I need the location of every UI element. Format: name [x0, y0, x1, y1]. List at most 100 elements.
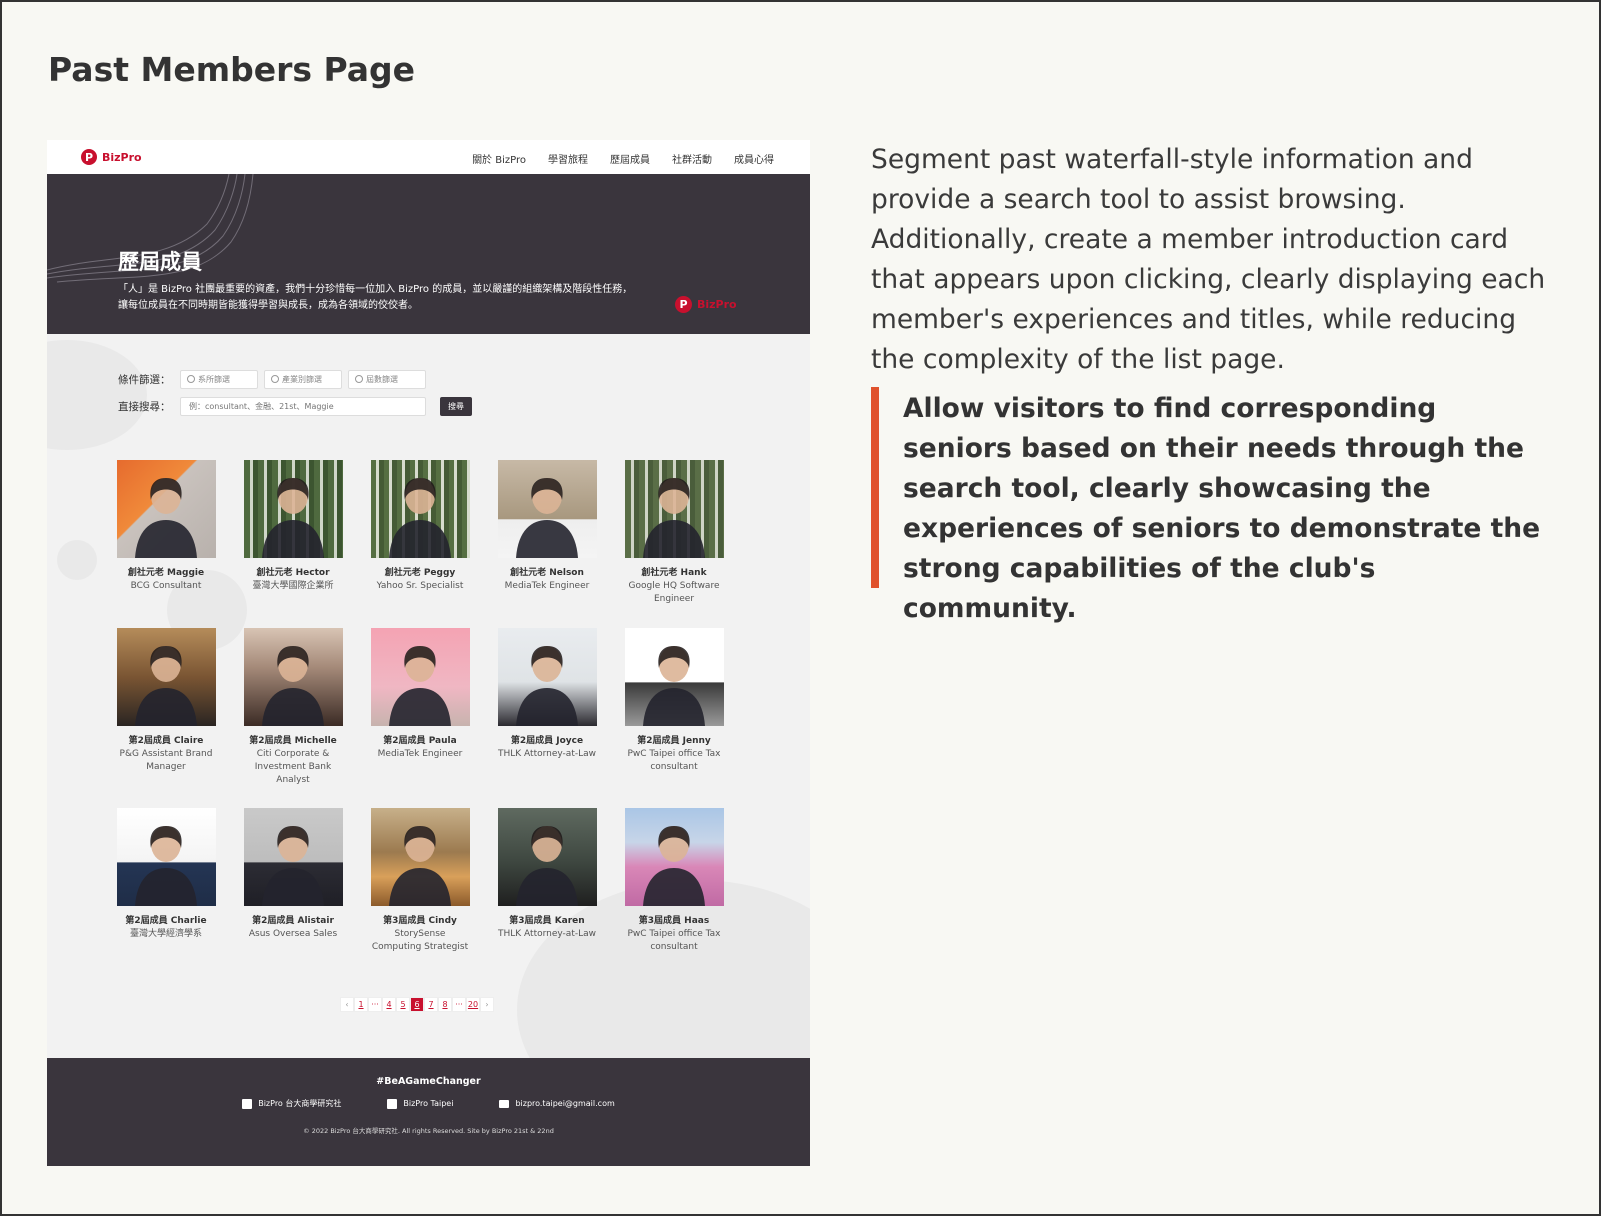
person-silhouette-icon	[515, 646, 578, 726]
member-card[interactable]: 第3屆成員 Cindy StorySense Computing Strategi…	[370, 808, 470, 954]
member-card[interactable]: 創社元老 Hector 臺灣大學國際企業所	[243, 460, 343, 593]
person-silhouette-icon	[642, 826, 705, 906]
filter-panel: 條件篩選： 系所篩選 產業別篩選 屆數篩選 直接搜尋： 搜尋	[118, 369, 472, 423]
chevron-down-icon	[355, 375, 363, 383]
member-card[interactable]: 第2屆成員 Joyce THLK Attorney-at-Law	[497, 628, 597, 761]
prev-page-button[interactable]: ‹	[340, 997, 354, 1012]
nav-link-journey[interactable]: 學習旅程	[548, 151, 588, 166]
industry-select-label: 產業別篩選	[282, 374, 322, 384]
person-silhouette-icon	[642, 646, 705, 726]
nav-link-events[interactable]: 社群活動	[672, 151, 712, 166]
search-label: 直接搜尋：	[118, 400, 171, 413]
cohort-select-label: 屆數篩選	[366, 374, 398, 384]
page-number-button[interactable]: 5	[396, 997, 410, 1012]
site-logo[interactable]: P BizPro	[81, 149, 142, 165]
member-card[interactable]: 第3屆成員 Haas PwC Taipei office Tax consulta…	[624, 808, 724, 954]
page-number-button[interactable]: 4	[382, 997, 396, 1012]
pagination-ellipsis: ···	[368, 997, 382, 1012]
footer-hashtag: #BeAGameChanger	[376, 1076, 481, 1087]
member-name: 第2屆成員 Alistair	[252, 916, 334, 926]
member-role: Yahoo Sr. Specialist	[376, 581, 464, 591]
member-photo	[116, 628, 216, 726]
page-number-button[interactable]: 1	[354, 997, 368, 1012]
member-photo	[624, 628, 724, 726]
bizpro-logo-icon: P	[81, 149, 97, 165]
person-silhouette-icon	[261, 826, 324, 906]
member-card[interactable]: 創社元老 Peggy Yahoo Sr. Specialist	[370, 460, 470, 593]
member-role: THLK Attorney-at-Law	[498, 749, 596, 759]
nav-link-about[interactable]: 關於 BizPro	[472, 151, 526, 166]
member-card[interactable]: 創社元老 Hank Google HQ Software Engineer	[624, 460, 724, 606]
member-name: 創社元老 Maggie	[127, 568, 205, 578]
member-role: MediaTek Engineer	[377, 749, 463, 759]
member-card[interactable]: 第2屆成員 Michelle Citi Corporate & Investmen…	[243, 628, 343, 787]
email-link[interactable]: bizpro.taipei@gmail.com	[499, 1098, 615, 1109]
member-photo	[243, 628, 343, 726]
member-role: Asus Oversea Sales	[248, 929, 338, 939]
person-silhouette-icon	[388, 826, 451, 906]
member-role: 臺灣大學國際企業所	[252, 581, 334, 591]
member-name: 第2屆成員 Michelle	[249, 736, 337, 746]
search-button[interactable]: 搜尋	[440, 396, 472, 416]
department-select[interactable]: 系所篩選	[180, 369, 258, 389]
bizpro-logo-icon: P	[675, 296, 692, 313]
member-photo	[370, 460, 470, 558]
member-role: StorySense Computing Strategist	[371, 929, 469, 952]
linkedin-link[interactable]: BizPro Taipei	[387, 1098, 453, 1109]
member-card[interactable]: 第3屆成員 Karen THLK Attorney-at-Law	[497, 808, 597, 941]
nav-link-testimonials[interactable]: 成員心得	[734, 151, 774, 166]
search-input[interactable]	[180, 396, 426, 416]
member-name: 創社元老 Nelson	[510, 568, 584, 578]
member-name: 第3屆成員 Karen	[509, 916, 585, 926]
member-name: 第2屆成員 Jenny	[637, 736, 711, 746]
website-mockup: P BizPro 關於 BizPro 學習旅程 歷屆成員 社群活動 成員心得 歷…	[47, 140, 810, 1166]
member-role: P&G Assistant Brand Manager	[119, 749, 213, 772]
highlight-quote: Allow visitors to find corresponding sen…	[871, 387, 1551, 624]
member-name: 第2屆成員 Charlie	[125, 916, 207, 926]
page-number-button[interactable]: 6	[410, 997, 424, 1012]
nav-link-members[interactable]: 歷屆成員	[610, 151, 650, 166]
person-silhouette-icon	[388, 478, 451, 558]
hero-banner: 歷屆成員 「人」是 BizPro 社團最重要的資產，我們十分珍惜每一位加入 Bi…	[47, 174, 810, 334]
next-page-button[interactable]: ›	[480, 997, 494, 1012]
facebook-link[interactable]: BizPro 台大商學研究社	[242, 1098, 341, 1109]
member-role: THLK Attorney-at-Law	[498, 929, 596, 939]
cohort-select[interactable]: 屆數篩選	[348, 369, 426, 389]
facebook-label: BizPro 台大商學研究社	[258, 1099, 342, 1108]
person-silhouette-icon	[261, 646, 324, 726]
member-role: MediaTek Engineer	[504, 581, 590, 591]
member-photo	[370, 808, 470, 906]
member-photo	[243, 460, 343, 558]
member-role: PwC Taipei office Tax consultant	[627, 749, 721, 772]
person-silhouette-icon	[388, 646, 451, 726]
hero-description: 「人」是 BizPro 社團最重要的資產，我們十分珍惜每一位加入 BizPro …	[118, 284, 633, 311]
member-name: 創社元老 Hank	[641, 568, 707, 578]
person-silhouette-icon	[134, 646, 197, 726]
industry-select[interactable]: 產業別篩選	[264, 369, 342, 389]
member-photo	[116, 460, 216, 558]
member-card[interactable]: 第2屆成員 Charlie 臺灣大學經濟學系	[116, 808, 216, 941]
member-photo	[624, 808, 724, 906]
pagination-ellipsis: ···	[452, 997, 466, 1012]
quote-text: Allow visitors to find corresponding sen…	[903, 393, 1541, 624]
background-circle	[57, 540, 97, 580]
member-card[interactable]: 第2屆成員 Claire P&G Assistant Brand Manager	[116, 628, 216, 774]
page-number-button[interactable]: 7	[424, 997, 438, 1012]
person-silhouette-icon	[642, 478, 705, 558]
member-card[interactable]: 第2屆成員 Alistair Asus Oversea Sales	[243, 808, 343, 941]
member-card[interactable]: 創社元老 Nelson MediaTek Engineer	[497, 460, 597, 593]
page-number-button[interactable]: 8	[438, 997, 452, 1012]
member-name: 第2屆成員 Joyce	[510, 736, 584, 746]
page-number-button[interactable]: 20	[466, 997, 480, 1012]
member-photo	[497, 628, 597, 726]
member-card[interactable]: 第2屆成員 Paula MediaTek Engineer	[370, 628, 470, 761]
mail-icon	[499, 1099, 510, 1108]
filter-row: 條件篩選： 系所篩選 產業別篩選 屆數篩選	[118, 369, 472, 389]
hero-logo-text: BizPro	[697, 298, 737, 311]
chevron-down-icon	[271, 375, 279, 383]
member-card[interactable]: 創社元老 Maggie BCG Consultant	[116, 460, 216, 593]
person-silhouette-icon	[515, 826, 578, 906]
member-card[interactable]: 第2屆成員 Jenny PwC Taipei office Tax consult…	[624, 628, 724, 774]
member-photo	[497, 808, 597, 906]
search-row: 直接搜尋： 搜尋	[118, 396, 472, 416]
